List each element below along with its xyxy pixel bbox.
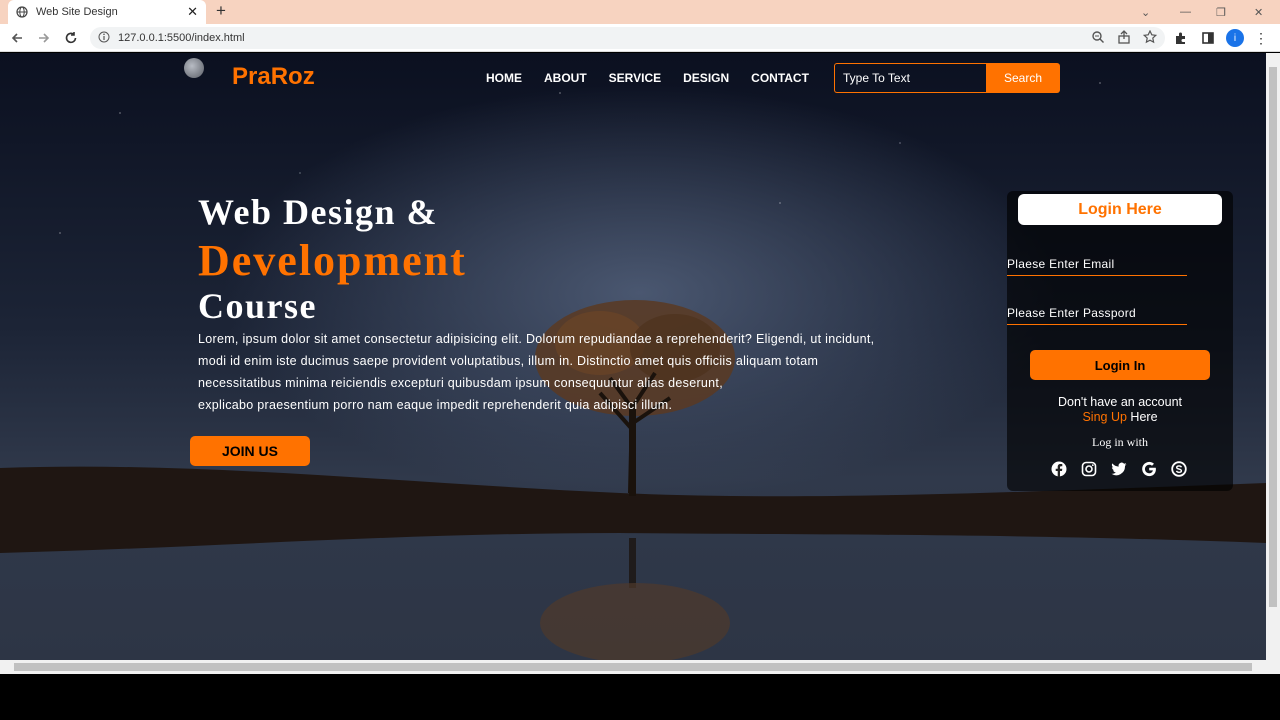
side-panel-icon[interactable] (1199, 29, 1217, 47)
nav-design[interactable]: DESIGN (683, 71, 729, 85)
tab-close-icon[interactable]: ✕ (187, 4, 198, 20)
signup-suffix: Here (1126, 410, 1158, 424)
google-icon[interactable] (1141, 461, 1157, 477)
hero-paragraph-line: necessitatibus minima reiciendis exceptu… (198, 376, 723, 390)
moon-icon (184, 58, 204, 78)
forward-icon[interactable] (35, 29, 53, 47)
browser-toolbar: 127.0.0.1:5500/index.html i ⋮ (0, 24, 1280, 52)
maximize-icon[interactable]: ❐ (1216, 0, 1226, 24)
extensions-icon[interactable] (1172, 29, 1190, 47)
share-icon[interactable] (1117, 30, 1131, 47)
url-text: 127.0.0.1:5500/index.html (118, 32, 245, 44)
reload-icon[interactable] (62, 29, 80, 47)
hero-paragraph: Lorem, ipsum dolor sit amet consectetur … (198, 328, 938, 416)
social-login-icons (1051, 461, 1187, 477)
vertical-scroll-thumb[interactable] (1269, 67, 1277, 607)
globe-icon (16, 6, 28, 18)
nav-about[interactable]: ABOUT (544, 71, 587, 85)
instagram-icon[interactable] (1081, 461, 1097, 477)
page-viewport: PraRoz HOME ABOUT SERVICE DESIGN CONTACT… (0, 53, 1266, 660)
new-tab-icon[interactable]: + (216, 1, 226, 21)
login-title: Login Here (1018, 194, 1222, 225)
password-field[interactable] (1007, 301, 1187, 325)
login-button[interactable]: Login In (1030, 350, 1210, 380)
nav-contact[interactable]: CONTACT (751, 71, 809, 85)
minimize-icon[interactable]: — (1180, 0, 1191, 24)
facebook-icon[interactable] (1051, 461, 1067, 477)
tab-title: Web Site Design (36, 6, 118, 18)
back-icon[interactable] (8, 29, 26, 47)
bookmark-star-icon[interactable] (1142, 29, 1158, 47)
main-nav: HOME ABOUT SERVICE DESIGN CONTACT (486, 71, 831, 85)
signup-link[interactable]: Sing Up (1082, 410, 1126, 424)
no-account-text: Don't have an account (1058, 395, 1182, 409)
browser-tab[interactable]: Web Site Design ✕ (8, 0, 206, 24)
profile-avatar[interactable]: i (1226, 29, 1244, 47)
search-button[interactable]: Search (986, 63, 1060, 93)
window-close-icon[interactable]: ✕ (1254, 0, 1263, 24)
vertical-scrollbar[interactable] (1266, 53, 1280, 660)
browser-tab-bar: Web Site Design ✕ + ⌄ — ❐ ✕ (0, 0, 1280, 24)
browser-menu-icon[interactable]: ⋮ (1252, 29, 1270, 47)
signup-prompt: Don't have an account Sing Up Here (1007, 395, 1233, 425)
zoom-icon[interactable] (1091, 30, 1105, 47)
horizontal-scrollbar[interactable] (0, 660, 1280, 674)
bottom-black-band (0, 674, 1280, 720)
info-icon[interactable] (98, 31, 110, 46)
skype-icon[interactable] (1171, 461, 1187, 477)
search-input[interactable] (834, 63, 986, 93)
hero-title-line3: Course (198, 286, 317, 326)
tree-reflection (540, 538, 730, 660)
email-field[interactable] (1007, 252, 1187, 276)
hero-paragraph-line: modi id enim iste ducimus saepe providen… (198, 354, 819, 368)
horizontal-scroll-thumb[interactable] (14, 663, 1252, 671)
hero-title-line2: Development (198, 236, 467, 285)
hero-paragraph-line: Lorem, ipsum dolor sit amet consectetur … (198, 332, 875, 346)
search-box: Search (834, 63, 1060, 93)
join-us-button[interactable]: JOIN US (190, 436, 310, 466)
login-with-label: Log in with (1092, 435, 1148, 449)
tab-search-icon[interactable]: ⌄ (1141, 0, 1150, 24)
hero-title-line1: Web Design & (198, 192, 439, 232)
address-bar[interactable]: 127.0.0.1:5500/index.html (90, 27, 1165, 49)
login-card: Login Here Login In Don't have an accoun… (1007, 191, 1233, 491)
hero-paragraph-line: explicabo praesentium porro nam eaque im… (198, 398, 673, 412)
site-logo[interactable]: PraRoz (232, 63, 315, 91)
nav-home[interactable]: HOME (486, 71, 522, 85)
twitter-icon[interactable] (1111, 461, 1127, 477)
nav-service[interactable]: SERVICE (609, 71, 661, 85)
